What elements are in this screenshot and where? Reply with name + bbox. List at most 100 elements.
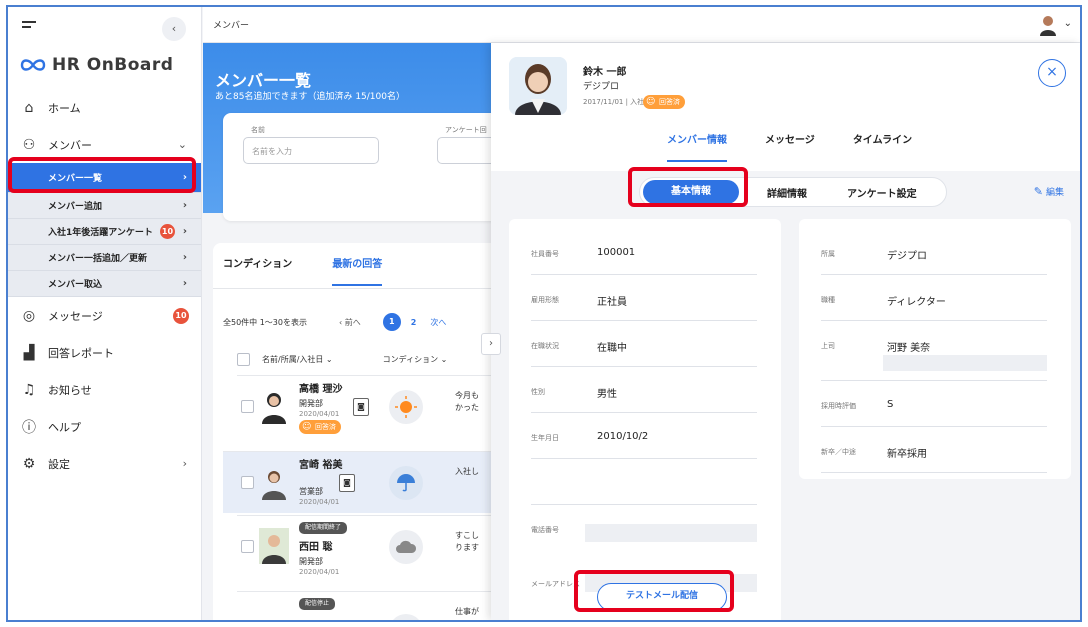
field-gender: 性別 男性 [531,367,757,413]
select-all-checkbox[interactable] [237,353,250,366]
status-badge: 回答済 [299,420,341,434]
next-page-button[interactable]: 次へ [430,317,446,328]
field-status: 在職状況 在職中 [531,321,757,367]
sidebar-item-label: ヘルプ [48,420,81,434]
members-submenu: メンバー一覧 › メンバー追加 › 入社1年後活躍アンケート 10 › メンバー… [8,163,201,297]
sidebar-item-messages[interactable]: ◎ メッセージ 10 [8,297,201,334]
document-icon[interactable]: ◙ [353,398,369,416]
table-row[interactable]: 配信期間終了 西田 聡 開発部 2020/04/01 すこし ります [237,515,493,577]
avatar [259,528,289,564]
segment-detail-info[interactable]: 詳細情報 [767,185,807,200]
tab-member-info[interactable]: メンバー情報 [667,131,727,162]
prev-page-button[interactable]: ‹ 前へ [339,317,361,328]
field-hire-type: 新卒／中途 新卒採用 [821,427,1047,473]
sidebar-item-member-add[interactable]: メンバー追加 › [8,193,201,219]
member-name: 鈴木 一郎 [583,67,627,78]
field-value: 在職中 [597,343,627,354]
edit-button[interactable]: ✎ 編集 [1034,185,1064,198]
field-value: 河野 美奈 [887,343,931,354]
sidebar-item-notice[interactable]: ♫ お知らせ [8,371,201,408]
sidebar-item-label: メッセージ [48,309,103,323]
edit-label: 編集 [1045,188,1064,198]
sidebar-item-report[interactable]: ▟ 回答レポート [8,334,201,371]
field-job-type: 職種 ディレクター [821,275,1047,321]
survey-filter-label: アンケート回 [445,126,487,134]
field-label: 性別 [531,388,545,396]
member-name[interactable]: 西田 聡 [299,542,343,554]
manager-extra-box [883,355,1047,371]
status-badge: 回答済 [643,95,685,109]
info-segment-control: 基本情報 詳細情報 アンケート設定 [639,177,947,207]
status-badge: 配信停止 [299,598,336,610]
column-label: 名前/所属/入社日 [262,355,324,364]
menu-icon[interactable] [22,21,36,31]
sidebar-item-member-list[interactable]: メンバー一覧 › [8,163,201,193]
sort-name-column[interactable]: 名前/所属/入社日 ⌄ [262,354,333,365]
sidebar-item-settings[interactable]: ⚙ 設定 › [8,445,201,482]
sidebar: ‹ HR OnBoard ⌂ ホーム ⚇ メンバー ⌄ メンバー一覧 › メンバ… [8,7,202,620]
sort-condition-column[interactable]: コンディション ⌄ [383,354,448,365]
document-icon[interactable]: ◙ [339,474,355,492]
capacity-note: あと85名追加できます（追加済み 15/100名） [215,92,405,102]
sidebar-item-label: お知らせ [48,383,92,397]
member-detail-panel: › 鈴木 一郎 デジプロ 2017/11/01 | 入社41ヶ月 回答済 × メ… [481,43,1080,620]
tab-timeline[interactable]: タイムライン [853,131,912,162]
name-search-input[interactable]: 名前を入力 [243,137,379,164]
row-checkbox[interactable] [241,476,254,489]
row-checkbox[interactable] [241,400,254,413]
org-info-card: 所属 デジプロ 職種 ディレクター 上司 河野 美奈 採用時評価 S 新卒／中途 新卒採用 [799,219,1071,479]
segment-survey-settings[interactable]: アンケート設定 [847,185,917,200]
result-count: 全50件中 1〜30を表示 [223,317,307,327]
table-row[interactable]: 高橋 理沙 開発部 2020/04/01 回答済 ◙ 今月も かった [237,375,493,437]
latest-answer-text: 入社し [455,467,479,476]
sidebar-item-home[interactable]: ⌂ ホーム [8,89,201,126]
test-mail-button[interactable]: テストメール配信 [597,583,727,611]
page-1-button[interactable]: 1 [382,313,401,331]
sidebar-item-import[interactable]: メンバー取込 › [8,271,201,297]
segment-basic-info[interactable]: 基本情報 [643,180,739,204]
close-icon[interactable]: × [1038,59,1066,87]
tab-condition[interactable]: コンディション [223,255,292,286]
member-dept: 開発部 [299,399,323,408]
avatar [509,57,567,115]
latest-answer-text: 仕事が [455,607,479,616]
table-row[interactable]: 配信停止 仕事が [237,591,493,620]
user-avatar[interactable] [1038,14,1058,36]
member-name[interactable]: 高橋 理沙 [299,384,343,396]
sidebar-item-label: 回答レポート [48,346,114,360]
count-badge: 10 [160,224,175,239]
chevron-right-icon: › [182,172,187,183]
field-label: 雇用形態 [531,296,559,304]
field-label: メールアドレス [531,580,580,588]
sidebar-item-survey[interactable]: 入社1年後活躍アンケート 10 › [8,219,201,245]
avatar [262,471,286,500]
sidebar-item-members[interactable]: ⚇ メンバー ⌄ [8,126,201,163]
member-join-date: 2020/04/01 [299,568,340,576]
table-row[interactable]: 宮崎 裕美 営業部 2020/04/01 ◙ 入社し [223,451,493,513]
chevron-down-icon[interactable]: ⌄ [1064,18,1072,29]
divider [213,288,493,289]
chevron-right-icon: › [182,252,187,263]
tab-latest-answers[interactable]: 最新の回答 [332,255,383,286]
cloudy-icon [389,530,423,564]
collapse-sidebar-button[interactable]: ‹ [162,17,186,41]
latest-answer-text: すこし ります [455,531,479,552]
sidebar-item-help[interactable]: ⓘ ヘルプ [8,408,201,445]
survey-filter-select[interactable] [437,137,493,164]
umbrella-icon [397,474,415,492]
count-badge: 10 [173,307,189,324]
app-window: ‹ HR OnBoard ⌂ ホーム ⚇ メンバー ⌄ メンバー一覧 › メンバ… [6,5,1082,622]
field-manager: 上司 河野 美奈 [821,321,1047,381]
field-value: S [887,399,894,410]
tab-message[interactable]: メッセージ [765,131,815,162]
expand-panel-button[interactable]: › [481,333,501,355]
member-photo [509,57,567,115]
member-name[interactable]: 宮崎 裕美 [299,460,343,472]
sidebar-item-bulk-add[interactable]: メンバー一括追加／更新 › [8,245,201,271]
page-2-button[interactable]: 2 [411,318,417,327]
panel-header: 鈴木 一郎 デジプロ 2017/11/01 | 入社41ヶ月 回答済 × メンバ… [491,43,1080,171]
row-checkbox[interactable] [241,540,254,553]
pagination: 全50件中 1〜30を表示 ‹ 前へ 1 2 次へ [223,313,493,331]
brand-logo[interactable]: HR OnBoard [20,55,173,75]
chevron-right-icon: › [182,200,187,211]
